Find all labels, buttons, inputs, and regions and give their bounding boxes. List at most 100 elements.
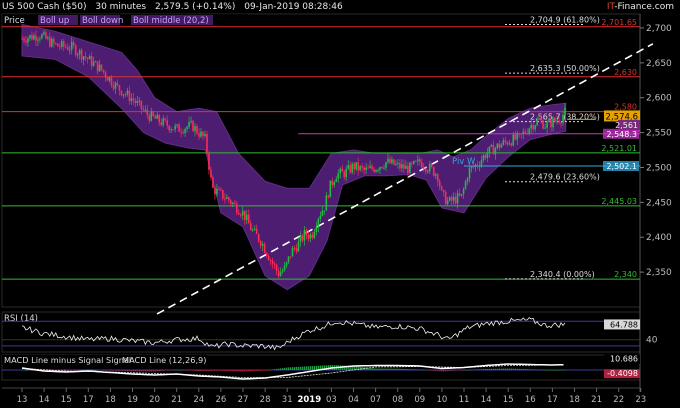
candle-body bbox=[377, 169, 379, 171]
candle-body bbox=[397, 162, 399, 164]
candle-body bbox=[337, 173, 340, 179]
candle-body bbox=[126, 90, 129, 95]
macd-histogram-bar bbox=[512, 368, 514, 370]
x-tick-label: 07 bbox=[370, 395, 381, 405]
candle-body bbox=[236, 203, 238, 213]
candle-body bbox=[202, 131, 204, 137]
level-label: 2,630 bbox=[614, 68, 637, 77]
macd-histogram-bar bbox=[389, 368, 391, 370]
macd-histogram-bar bbox=[548, 369, 550, 371]
candle-body bbox=[232, 202, 234, 204]
candle-body bbox=[367, 167, 369, 169]
macd-histogram-bar bbox=[419, 369, 421, 371]
macd-histogram-bar bbox=[182, 370, 184, 371]
candle-body bbox=[504, 140, 507, 142]
macd-histogram-bar bbox=[228, 370, 230, 372]
candle-body bbox=[341, 168, 344, 172]
candle-body bbox=[373, 168, 375, 172]
candle-body bbox=[520, 133, 523, 135]
macd-histogram-bar bbox=[71, 370, 73, 371]
candle-body bbox=[496, 143, 499, 148]
x-tick-label: 16 bbox=[525, 395, 536, 405]
candle-body bbox=[37, 39, 39, 41]
macd-histogram-bar bbox=[532, 369, 534, 370]
macd-histogram-bar bbox=[188, 370, 190, 371]
candle-body bbox=[516, 133, 519, 140]
x-tick-label: 10 bbox=[436, 395, 447, 405]
candle-body bbox=[518, 133, 521, 135]
macd-histogram-bar bbox=[500, 368, 503, 370]
macd-histogram-bar bbox=[75, 370, 77, 371]
macd-histogram-bar bbox=[192, 370, 194, 371]
macd-histogram-bar bbox=[444, 370, 447, 372]
macd-histogram-bar bbox=[236, 370, 238, 372]
macd-histogram-bar bbox=[460, 370, 463, 371]
macd-histogram-bar bbox=[516, 368, 518, 370]
candle-body bbox=[502, 140, 505, 145]
candle-body bbox=[259, 241, 262, 246]
macd-histogram-bar bbox=[132, 370, 135, 372]
macd-histogram-bar bbox=[295, 366, 298, 370]
candle-body bbox=[39, 38, 41, 40]
rsi-tick-label: 40 bbox=[646, 336, 658, 346]
candle-body bbox=[255, 228, 258, 234]
macd-histogram-bar bbox=[78, 370, 81, 371]
macd-histogram-bar bbox=[118, 370, 121, 371]
candle-body bbox=[321, 210, 324, 216]
macd-histogram-bar bbox=[234, 370, 236, 372]
candle-body bbox=[417, 159, 419, 162]
candle-body bbox=[45, 32, 47, 39]
candle-body bbox=[422, 167, 425, 169]
x-tick-label: 17 bbox=[83, 395, 94, 405]
candle-body bbox=[468, 167, 471, 179]
macd-histogram-bar bbox=[86, 369, 89, 371]
candle-body bbox=[301, 235, 304, 241]
candle-body bbox=[267, 256, 270, 261]
candle-body bbox=[486, 153, 489, 158]
macd-histogram-bar bbox=[102, 370, 105, 371]
candle-body bbox=[55, 43, 57, 45]
macd-histogram-bar bbox=[470, 369, 473, 371]
legend-item-2: Boll down bbox=[82, 16, 123, 26]
candle-body bbox=[426, 171, 429, 173]
candle-body bbox=[309, 234, 312, 239]
candle-body bbox=[275, 264, 278, 271]
macd-histogram-bar bbox=[208, 370, 210, 371]
candle-body bbox=[249, 223, 252, 231]
candle-body bbox=[538, 118, 540, 120]
candle-body bbox=[220, 188, 222, 191]
macd-histogram-bar bbox=[556, 369, 558, 371]
x-tick-label: 17 bbox=[547, 395, 558, 405]
macd-histogram-bar bbox=[110, 370, 113, 371]
candle-body bbox=[216, 188, 218, 195]
macd-histogram-bar bbox=[498, 368, 501, 370]
candle-body bbox=[552, 118, 554, 128]
price-chart[interactable]: Price Boll up Boll down Boll middle (20,2)2… bbox=[0, 0, 680, 408]
macd-histogram-bar bbox=[226, 370, 228, 371]
candle-body bbox=[186, 126, 188, 129]
macd-histogram-bar bbox=[265, 370, 268, 371]
candle-body bbox=[371, 166, 373, 169]
macd-histogram-bar bbox=[546, 369, 548, 371]
pivot-name: Piv W bbox=[452, 157, 476, 167]
macd-histogram-bar bbox=[261, 370, 264, 371]
macd-histogram-bar bbox=[494, 368, 497, 370]
x-tick-label: 14 bbox=[39, 395, 50, 405]
candle-body bbox=[434, 174, 437, 176]
candle-body bbox=[230, 200, 232, 204]
candle-body bbox=[353, 163, 355, 170]
macd-histogram-bar bbox=[220, 370, 222, 371]
candle-body bbox=[140, 100, 143, 109]
macd-histogram-bar bbox=[232, 370, 234, 372]
candle-body bbox=[206, 133, 208, 153]
macd-histogram-bar bbox=[259, 370, 262, 371]
macd-histogram-bar bbox=[393, 368, 395, 370]
candle-body bbox=[381, 167, 383, 169]
macd-value-b: -0.4098 bbox=[607, 369, 638, 378]
candle-body bbox=[403, 164, 405, 169]
macd-histogram-bar bbox=[84, 369, 87, 371]
x-tick-label: 11 bbox=[459, 395, 470, 405]
candle-body bbox=[160, 122, 163, 126]
candle-body bbox=[53, 38, 55, 44]
macd-histogram-bar bbox=[508, 368, 511, 370]
